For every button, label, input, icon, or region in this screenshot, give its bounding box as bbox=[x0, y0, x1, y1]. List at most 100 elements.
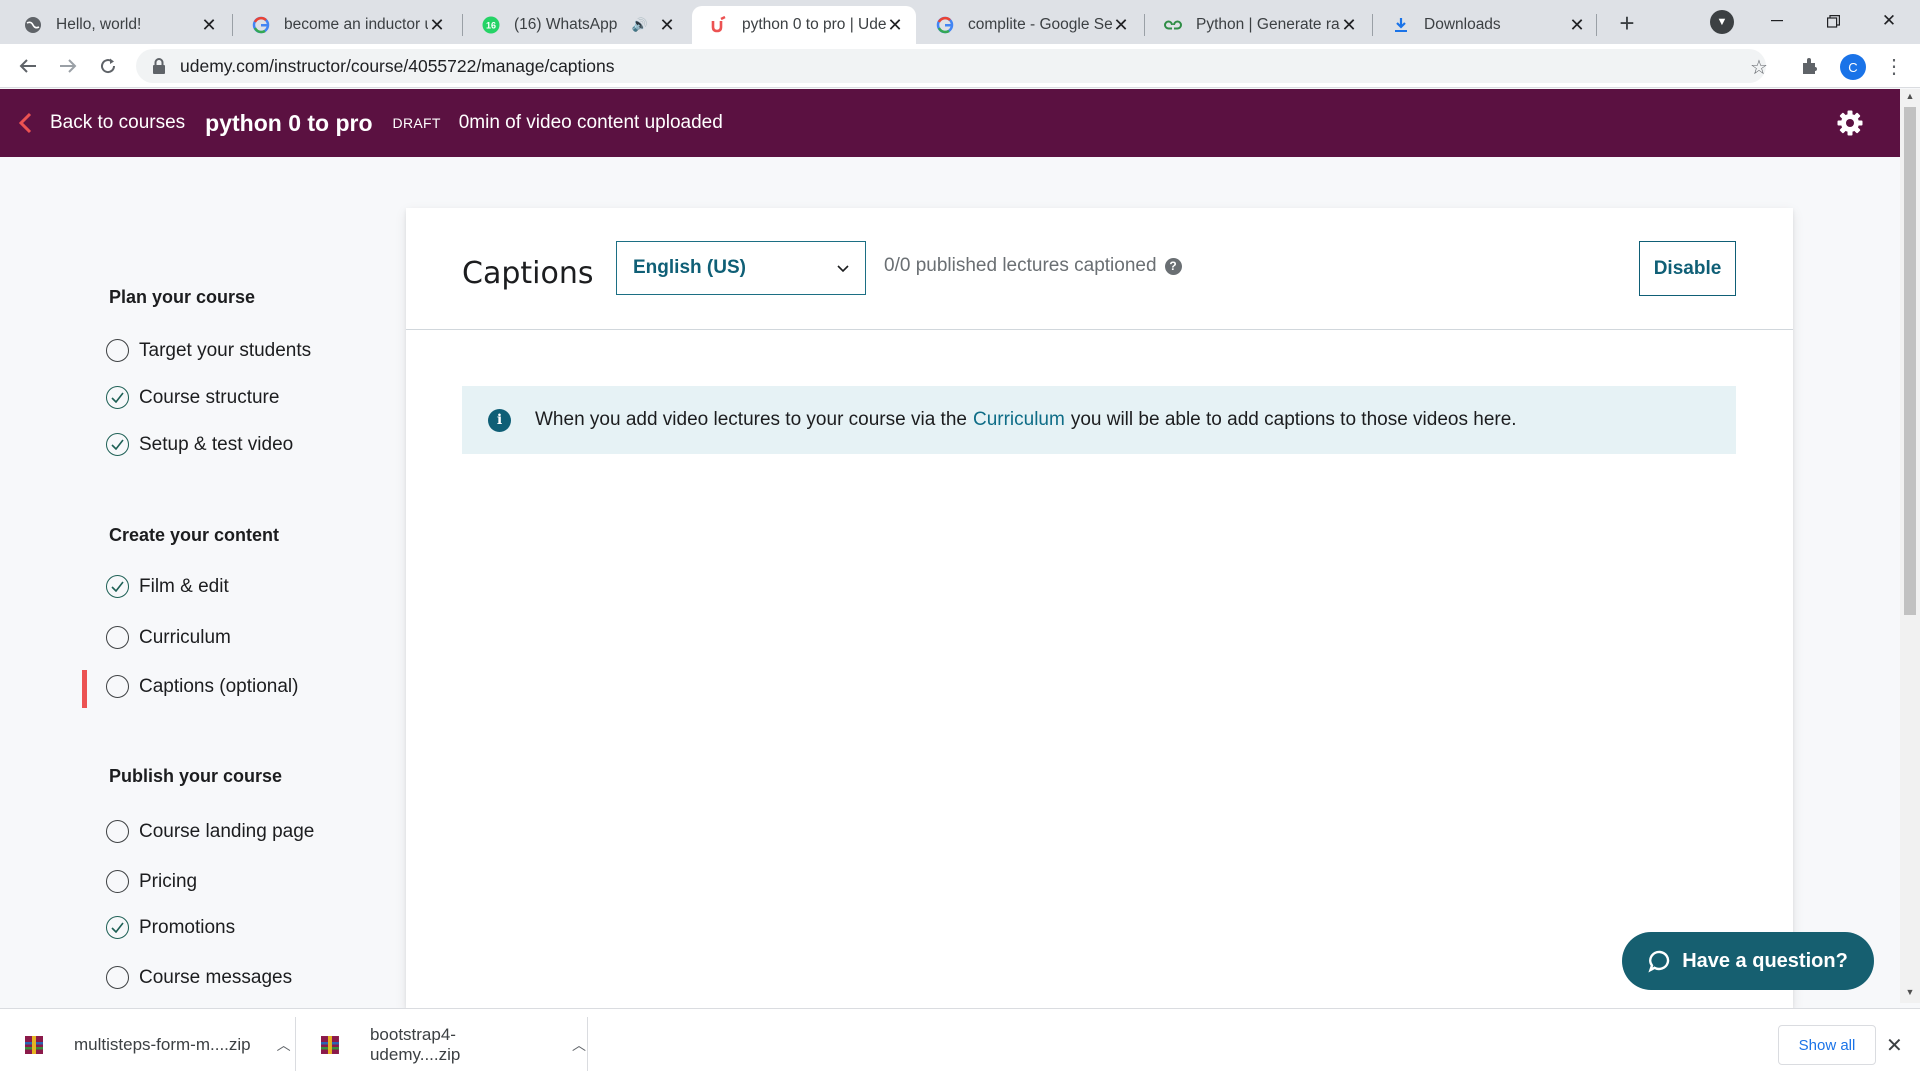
google-icon bbox=[936, 16, 954, 34]
course-header: Back to courses python 0 to pro DRAFT 0m… bbox=[0, 89, 1900, 157]
page-scrollbar[interactable]: ▲ ▼ bbox=[1900, 89, 1920, 1003]
browser-tab[interactable]: 16 (16) WhatsApp 🔊 ✕ bbox=[464, 6, 688, 44]
back-to-courses-link[interactable]: Back to courses bbox=[18, 112, 185, 134]
tab-title: Downloads bbox=[1424, 16, 1501, 33]
reload-icon[interactable] bbox=[94, 52, 122, 80]
extensions-puzzle-icon[interactable] bbox=[1800, 55, 1822, 77]
browser-menu-icon[interactable]: ⋮ bbox=[1884, 54, 1904, 79]
incomplete-circle-icon bbox=[106, 966, 129, 989]
zip-file-icon bbox=[25, 1036, 43, 1054]
address-bar[interactable]: udemy.com/instructor/course/4055722/mana… bbox=[136, 49, 1766, 83]
captioned-status-text: 0/0 published lectures captioned bbox=[884, 255, 1157, 276]
tab-separator bbox=[462, 14, 463, 36]
download-separator bbox=[587, 1017, 588, 1071]
chevron-down-icon bbox=[837, 265, 849, 273]
info-icon: i bbox=[488, 408, 511, 432]
status-badge: DRAFT bbox=[392, 115, 441, 131]
tab-search-icon[interactable]: ▼ bbox=[1710, 10, 1734, 34]
scroll-down-arrow-icon[interactable]: ▼ bbox=[1904, 987, 1916, 999]
scroll-up-arrow-icon[interactable]: ▲ bbox=[1904, 91, 1916, 103]
sidebar-heading-plan: Plan your course bbox=[109, 287, 256, 307]
sidebar-item-label: Promotions bbox=[139, 916, 236, 938]
forward-arrow-icon[interactable] bbox=[54, 52, 82, 80]
sidebar-item-label: Course structure bbox=[139, 386, 280, 408]
new-tab-button[interactable]: + bbox=[1612, 8, 1642, 38]
sidebar-heading-create: Create your content bbox=[109, 525, 280, 545]
zip-file-icon bbox=[320, 1036, 339, 1054]
have-a-question-button[interactable]: Have a question? bbox=[1622, 932, 1874, 990]
tab-title: (16) WhatsApp bbox=[514, 16, 618, 33]
close-tab-icon[interactable]: ✕ bbox=[1568, 15, 1586, 35]
sidebar-item-course-structure[interactable]: Course structure bbox=[106, 386, 279, 409]
tab-title: complite - Google Sea bbox=[968, 16, 1112, 33]
close-tab-icon[interactable]: ✕ bbox=[1340, 15, 1358, 35]
sidebar-item-captions[interactable]: Captions (optional) bbox=[106, 675, 298, 698]
tab-separator bbox=[1372, 14, 1373, 36]
sidebar-item-film-edit[interactable]: Film & edit bbox=[106, 575, 229, 598]
browser-tab[interactable]: Downloads ✕ bbox=[1374, 6, 1598, 44]
check-circle-icon bbox=[106, 916, 129, 939]
close-window-icon[interactable]: ✕ bbox=[1866, 4, 1912, 38]
restore-icon[interactable] bbox=[1810, 4, 1856, 38]
chevron-up-icon[interactable]: ︿ bbox=[277, 1035, 291, 1055]
chevron-up-icon[interactable]: ︿ bbox=[572, 1035, 586, 1055]
tab-title: python 0 to pro | Ude bbox=[742, 16, 886, 33]
incomplete-circle-icon bbox=[106, 820, 129, 843]
sidebar-item-setup-test-video[interactable]: Setup & test video bbox=[106, 433, 293, 456]
check-circle-icon bbox=[106, 575, 129, 598]
download-item[interactable]: multisteps-form-m....zip ︿ bbox=[0, 1009, 294, 1080]
help-question-icon[interactable]: ? bbox=[1164, 257, 1182, 275]
browser-tab-strip: Hello, world! ✕ become an inductor u ✕ 1… bbox=[0, 0, 1920, 44]
download-item[interactable]: bootstrap4-udemy....zip ︿ bbox=[296, 1009, 586, 1080]
language-select[interactable]: English (US) bbox=[616, 241, 866, 295]
curriculum-link[interactable]: Curriculum bbox=[973, 409, 1065, 431]
alert-text-after: you will be able to add captions to thos… bbox=[1070, 409, 1517, 430]
tab-separator bbox=[1596, 14, 1597, 36]
whatsapp-badge: 16 bbox=[486, 21, 496, 31]
browser-tab[interactable]: Hello, world! ✕ bbox=[6, 6, 230, 44]
captioned-status: 0/0 published lectures captioned ? bbox=[884, 255, 1182, 277]
incomplete-circle-icon bbox=[106, 339, 129, 362]
course-sidebar: Plan your course Target your students Co… bbox=[0, 157, 400, 1007]
close-tab-icon[interactable]: ✕ bbox=[1112, 15, 1130, 35]
browser-tab[interactable]: complite - Google Sea ✕ bbox=[918, 6, 1142, 44]
close-tab-icon[interactable]: ✕ bbox=[428, 15, 446, 35]
captions-panel-header: Captions English (US) 0/0 published lect… bbox=[406, 208, 1793, 330]
close-tab-icon[interactable]: ✕ bbox=[658, 15, 676, 35]
url-text[interactable]: udemy.com/instructor/course/4055722/mana… bbox=[180, 56, 615, 77]
sidebar-item-promotions[interactable]: Promotions bbox=[106, 916, 235, 939]
audio-playing-icon[interactable]: 🔊 bbox=[632, 17, 648, 33]
sidebar-item-landing-page[interactable]: Course landing page bbox=[106, 820, 314, 843]
language-select-value: English (US) bbox=[633, 257, 746, 278]
scrollbar-thumb[interactable] bbox=[1904, 107, 1916, 615]
profile-avatar[interactable]: C bbox=[1840, 54, 1866, 80]
sidebar-item-target-students[interactable]: Target your students bbox=[106, 339, 311, 362]
browser-tab[interactable]: Python | Generate ran ✕ bbox=[1146, 6, 1370, 44]
upload-summary: 0min of video content uploaded bbox=[458, 112, 723, 133]
browser-tab-active[interactable]: python 0 to pro | Ude ✕ bbox=[692, 6, 916, 44]
tab-separator bbox=[1144, 14, 1145, 36]
download-filename: multisteps-form-m....zip bbox=[74, 1035, 251, 1054]
bookmark-star-icon[interactable]: ☆ bbox=[1750, 55, 1768, 80]
minimize-icon[interactable] bbox=[1754, 4, 1800, 38]
lock-icon[interactable] bbox=[152, 58, 166, 74]
incomplete-circle-icon bbox=[106, 626, 129, 649]
close-shelf-icon[interactable]: ✕ bbox=[1886, 1033, 1903, 1058]
sidebar-item-label: Curriculum bbox=[139, 626, 231, 648]
sidebar-item-curriculum[interactable]: Curriculum bbox=[106, 626, 231, 649]
sidebar-item-course-messages[interactable]: Course messages bbox=[106, 966, 292, 989]
show-all-downloads-button[interactable]: Show all bbox=[1778, 1025, 1876, 1065]
sidebar-item-pricing[interactable]: Pricing bbox=[106, 870, 197, 893]
sidebar-heading-publish: Publish your course bbox=[109, 766, 283, 786]
chat-bubble-icon bbox=[1648, 950, 1670, 973]
gear-icon[interactable] bbox=[1836, 109, 1864, 137]
chevron-left-icon bbox=[18, 112, 32, 134]
sidebar-item-label: Captions (optional) bbox=[139, 675, 299, 697]
disable-button[interactable]: Disable bbox=[1639, 241, 1736, 296]
download-icon bbox=[1392, 16, 1410, 34]
back-arrow-icon[interactable] bbox=[14, 52, 42, 80]
browser-tab[interactable]: become an inductor u ✕ bbox=[234, 6, 458, 44]
close-tab-icon[interactable]: ✕ bbox=[886, 15, 904, 35]
close-tab-icon[interactable]: ✕ bbox=[200, 15, 218, 35]
globe-icon bbox=[24, 16, 42, 34]
